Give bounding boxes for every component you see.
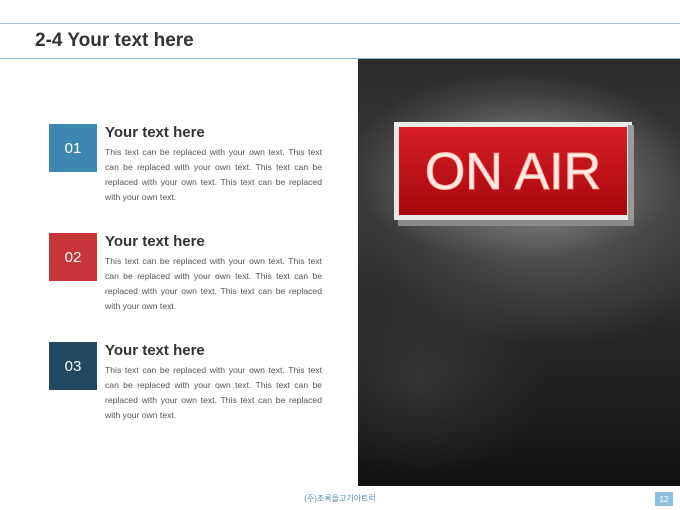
- number-badge: 01: [49, 124, 97, 172]
- item-heading: Your text here: [105, 233, 205, 250]
- item-description: This text can be replaced with your own …: [105, 147, 322, 202]
- item-description: This text can be replaced with your own …: [105, 256, 322, 311]
- page-number: 12: [655, 492, 673, 506]
- number-badge: 02: [49, 233, 97, 281]
- number-badge: 03: [49, 342, 97, 390]
- on-air-sign-graphic: ON AIR: [358, 72, 680, 262]
- item-description: This text can be replaced with your own …: [105, 365, 322, 420]
- on-air-photo: ON AIR: [358, 59, 680, 486]
- slide-title: 2-4 Your text here: [35, 30, 194, 51]
- footer-company: (주)조록올고기아트럭: [304, 494, 376, 503]
- top-divider: [0, 23, 680, 24]
- item-heading: Your text here: [105, 124, 205, 141]
- item-heading: Your text here: [105, 342, 205, 359]
- sign-text: ON AIR: [425, 143, 601, 201]
